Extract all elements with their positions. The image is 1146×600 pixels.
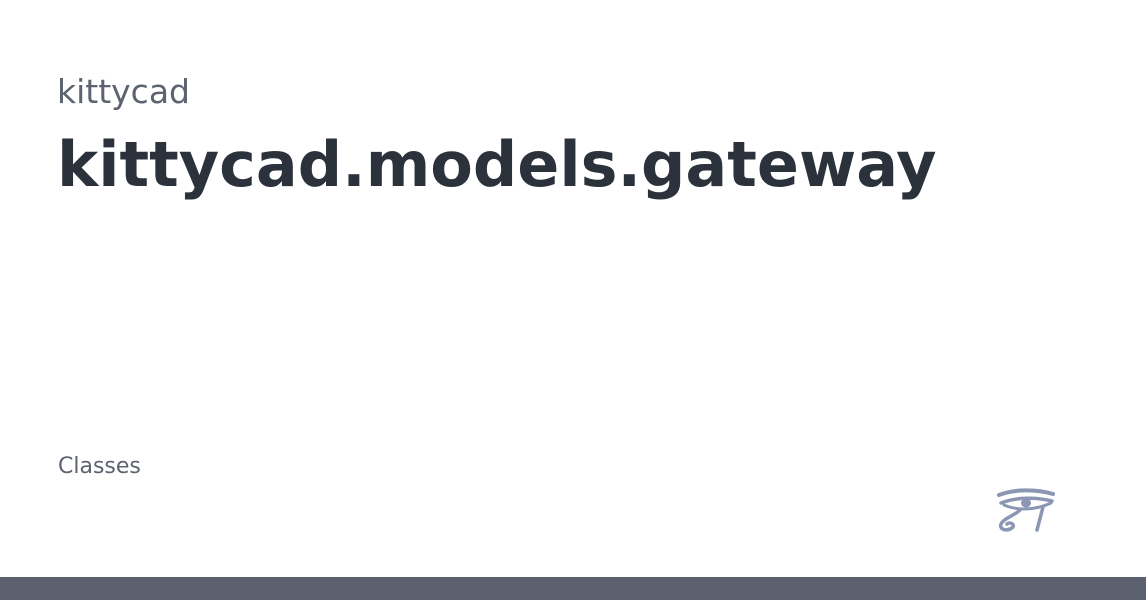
social-card: kittycad kittycad.models.gateway Classes	[0, 0, 1146, 600]
project-name: kittycad	[57, 72, 190, 111]
eye-of-horus-icon	[996, 488, 1056, 532]
section-label: Classes	[58, 454, 141, 479]
footer-bar	[0, 577, 1146, 600]
page-title: kittycad.models.gateway	[57, 128, 937, 201]
